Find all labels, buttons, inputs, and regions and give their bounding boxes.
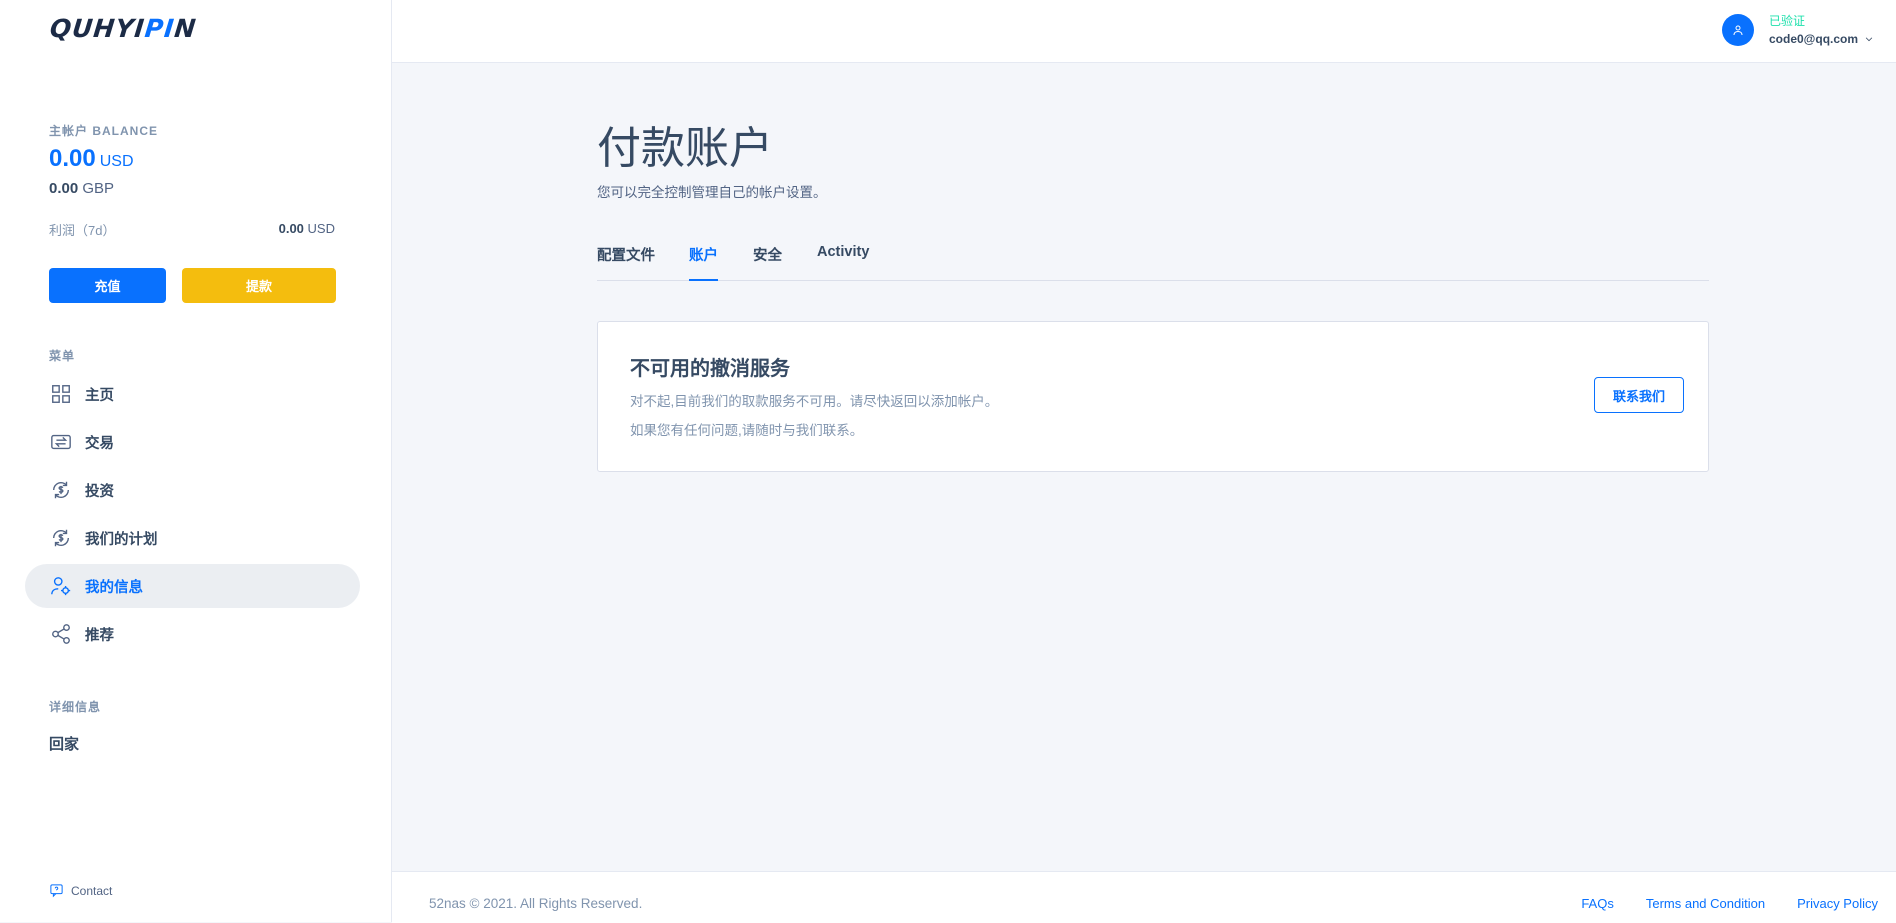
plans-icon <box>49 526 73 550</box>
balance-usd-currency: USD <box>99 153 134 170</box>
card-title: 不可用的撤消服务 <box>630 358 790 380</box>
card-help-text: 如果您有任何问题,请随时与我们联系。 <box>630 423 864 438</box>
card-message: 对不起,目前我们的取款服务不可用。请尽快返回以添加帐户。 <box>630 394 999 409</box>
brand-logo[interactable]: QUHYIPIN <box>48 14 198 43</box>
sidebar-item-label: 投资 <box>85 483 114 500</box>
sidebar-item-label: 我们的计划 <box>85 531 158 548</box>
user-icon <box>1733 25 1743 36</box>
page-title: 付款账户 <box>597 124 773 173</box>
logo-text-suffix: N <box>172 14 198 43</box>
sidebar: QUHYIPIN 主帐户 BALANCE 0.00 USD 0.00 GBP 利润… <box>0 0 392 922</box>
footer-links: FAQs Terms and Condition Privacy Policy <box>1581 896 1878 911</box>
balance-usd: 0.00 USD <box>49 145 134 173</box>
footer-link-faqs[interactable]: FAQs <box>1581 896 1614 911</box>
profit-value: 0.00 USD <box>279 221 335 236</box>
balance-gbp: 0.00 GBP <box>49 180 114 197</box>
footer-link-terms[interactable]: Terms and Condition <box>1646 896 1765 911</box>
balance-usd-amount: 0.00 <box>49 145 96 172</box>
sidebar-item-label: 主页 <box>85 387 114 404</box>
sidebar-item-referral[interactable]: 推荐 <box>25 612 360 656</box>
home-link[interactable]: 回家 <box>49 733 79 754</box>
logo-text-highlight: PI <box>143 14 177 43</box>
header-bar <box>392 0 1896 63</box>
logo-text-prefix: QUHYI <box>48 14 147 43</box>
share-icon <box>49 622 73 646</box>
withdraw-button[interactable]: 提款 <box>182 268 336 303</box>
profit-label: 利润（7d） <box>49 223 116 238</box>
profit-currency: USD <box>307 221 335 236</box>
footer: 52nas © 2021. All Rights Reserved. FAQs … <box>392 871 1896 923</box>
sidebar-item-home[interactable]: 主页 <box>25 372 360 416</box>
details-heading: 详细信息 <box>49 700 102 714</box>
sidebar-item-my-info[interactable]: 我的信息 <box>25 564 360 608</box>
page-subtitle: 您可以完全控制管理自己的帐户设置。 <box>597 185 827 200</box>
contact-label: Contact <box>71 883 113 898</box>
tab-activity[interactable]: Activity <box>817 244 869 274</box>
chat-icon <box>50 884 63 898</box>
balance-gbp-currency: GBP <box>82 180 115 197</box>
tab-account[interactable]: 账户 <box>689 244 718 281</box>
copyright: 52nas © 2021. All Rights Reserved. <box>429 896 643 911</box>
contact-link[interactable]: Contact <box>49 883 112 898</box>
user-status: 已验证 <box>1769 14 1806 28</box>
profit-amount: 0.00 <box>278 221 304 236</box>
user-email: code0@qq.com <box>1769 32 1859 46</box>
footer-link-privacy[interactable]: Privacy Policy <box>1797 896 1878 911</box>
tab-security[interactable]: 安全 <box>753 244 782 279</box>
invest-icon <box>49 478 73 502</box>
dashboard-icon <box>49 382 73 406</box>
transactions-icon <box>49 430 73 454</box>
sidebar-item-plans[interactable]: 我们的计划 <box>25 516 360 560</box>
sidebar-item-label: 我的信息 <box>85 579 143 596</box>
tab-profile[interactable]: 配置文件 <box>597 244 655 279</box>
contact-us-button[interactable]: 联系我们 <box>1594 377 1684 413</box>
menu-heading: 菜单 <box>49 349 76 363</box>
sidebar-item-transactions[interactable]: 交易 <box>25 420 360 464</box>
sidebar-item-label: 推荐 <box>85 627 114 644</box>
sidebar-item-label: 交易 <box>85 435 114 452</box>
user-settings-icon <box>49 574 73 598</box>
service-unavailable-card: 不可用的撤消服务 对不起,目前我们的取款服务不可用。请尽快返回以添加帐户。 如果… <box>597 321 1709 472</box>
user-avatar[interactable] <box>1722 14 1754 46</box>
settings-tabs: 配置文件 账户 安全 Activity <box>597 232 1709 281</box>
user-menu-toggle[interactable]: code0@qq.com <box>1769 32 1874 46</box>
chevron-down-icon <box>1865 37 1873 42</box>
sidebar-item-invest[interactable]: 投资 <box>25 468 360 512</box>
deposit-button[interactable]: 充值 <box>49 268 166 303</box>
balance-label: 主帐户 BALANCE <box>49 124 158 138</box>
balance-gbp-amount: 0.00 <box>49 180 79 197</box>
